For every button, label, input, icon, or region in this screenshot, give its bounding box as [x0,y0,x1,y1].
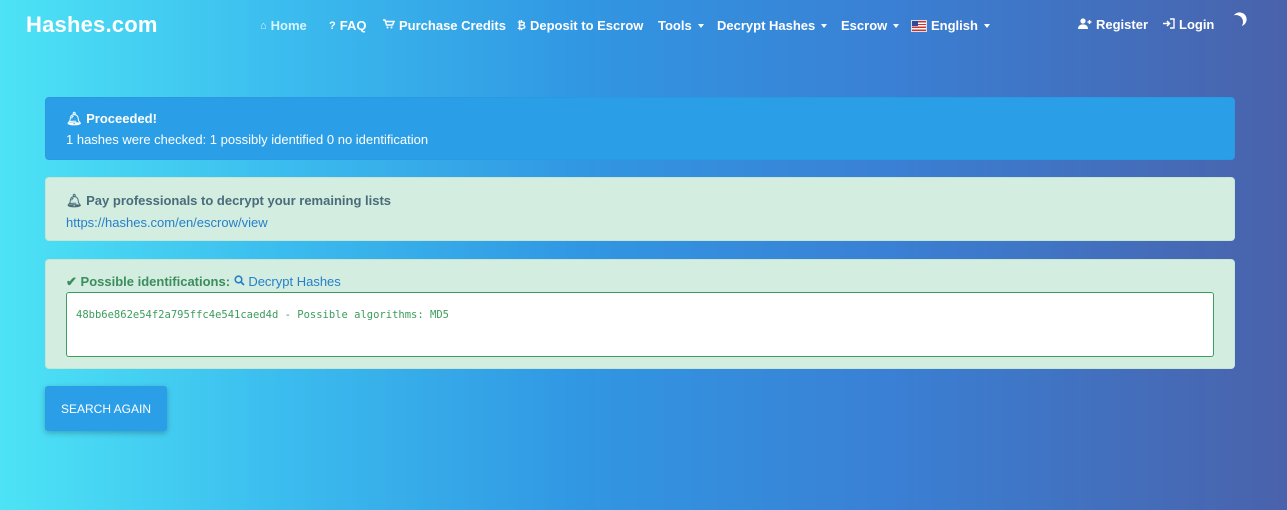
question-icon: ? [329,19,336,32]
bell-icon: 🔔︎ [66,193,83,208]
search-icon [234,274,249,289]
identification-header: ✔ Possible identifications: Decrypt Hash… [66,274,1214,290]
chevron-down-icon [893,24,900,28]
check-icon: ✔ [66,274,77,289]
bell-icon: 🔔︎ [66,111,83,126]
proceeded-alert: 🔔︎ Proceeded! 1 hashes were checked: 1 p… [45,97,1235,160]
proceeded-title: Proceeded! [86,111,157,126]
chevron-down-icon [697,24,704,28]
promo-alert: 🔔︎ Pay professionals to decrypt your rem… [45,177,1235,241]
navbar: Hashes.com ⌂ Home ? FAQ Purchase Credits… [0,0,1287,52]
nav-tools-dropdown[interactable]: Tools [658,18,704,33]
nav-login[interactable]: Login [1163,17,1214,32]
chevron-down-icon [821,24,828,28]
nav-decrypt-dropdown[interactable]: Decrypt Hashes [717,18,828,33]
promo-title: Pay professionals to decrypt your remain… [86,193,392,208]
decrypt-hashes-label: Decrypt Hashes [248,274,341,289]
nav-register[interactable]: Register [1078,17,1148,32]
nav-language-label: English [931,18,978,33]
moon-icon[interactable] [1228,14,1244,30]
brand-logo[interactable]: Hashes.com [26,12,158,38]
nav-decrypt-label: Decrypt Hashes [717,18,816,33]
sign-in-icon [1163,17,1175,32]
decrypt-hashes-link[interactable]: Decrypt Hashes [234,274,341,289]
nav-faq[interactable]: ? FAQ [329,18,366,33]
nav-faq-label: FAQ [339,18,367,33]
nav-deposit-escrow[interactable]: ₿ Deposit to Escrow [517,18,643,33]
bitcoin-icon: ₿ [517,19,526,32]
identification-panel: ✔ Possible identifications: Decrypt Hash… [45,259,1235,369]
chevron-down-icon [983,24,990,28]
nav-register-label: Register [1096,17,1149,32]
proceeded-message: 1 hashes were checked: 1 possibly identi… [66,132,429,147]
nav-tools-label: Tools [658,18,692,33]
identification-output[interactable]: 48bb6e862e54f2a795ffc4e541caed4d - Possi… [66,292,1214,357]
nav-escrow-dropdown[interactable]: Escrow [841,18,900,33]
nav-escrow-label: Escrow [841,18,888,33]
nav-deposit-label: Deposit to Escrow [529,18,644,33]
search-again-button[interactable]: SEARCH AGAIN [45,386,167,431]
promo-title-row: 🔔︎ Pay professionals to decrypt your rem… [66,193,1214,209]
escrow-link[interactable]: https://hashes.com/en/escrow/view [66,215,1214,230]
nav-home-label: Home [270,18,307,33]
nav-login-label: Login [1179,17,1215,32]
nav-purchase-label: Purchase Credits [399,18,506,33]
cart-icon [383,19,396,32]
nav-purchase-credits[interactable]: Purchase Credits [383,18,506,33]
nav-language-dropdown[interactable]: English [911,18,990,33]
identification-label: Possible identifications: [80,274,231,289]
user-plus-icon [1078,17,1092,32]
us-flag-icon [911,19,927,32]
home-icon: ⌂ [260,19,267,32]
proceeded-title-row: 🔔︎ Proceeded! [66,111,1214,127]
nav-home[interactable]: ⌂ Home [260,18,307,33]
